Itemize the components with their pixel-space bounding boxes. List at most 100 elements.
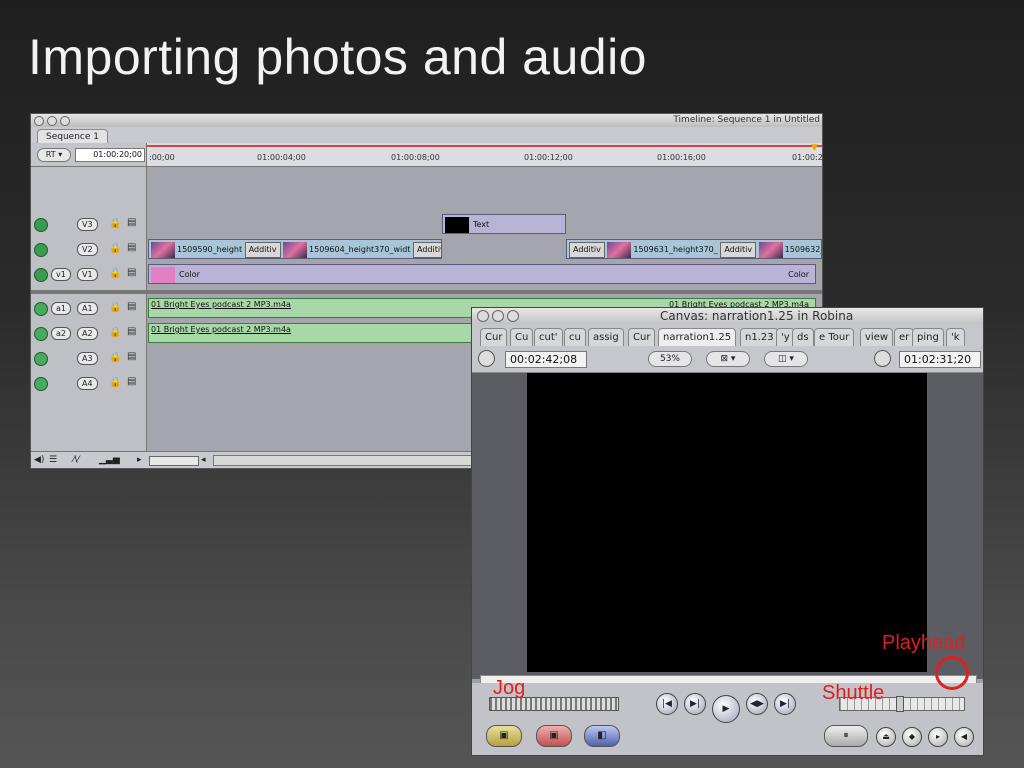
go-to-next-edit-button[interactable]: ▶|: [774, 693, 796, 715]
zoom-popup[interactable]: 53%: [648, 351, 692, 367]
auto-select-icon[interactable]: ▤: [127, 376, 136, 387]
auto-select-icon[interactable]: ▤: [127, 242, 136, 253]
clip-video[interactable]: Additiv 1509631_height370_ Additiv 15096…: [566, 239, 822, 259]
insert-edit-button[interactable]: ▣: [486, 725, 522, 747]
audio-controls-icon[interactable]: ◀): [34, 455, 44, 465]
track-target-a1[interactable]: A1: [77, 302, 98, 315]
lock-icon[interactable]: 🔒: [109, 268, 121, 279]
zoom-slider[interactable]: [149, 456, 199, 466]
tab-narration-1-25[interactable]: narration1.25: [658, 328, 737, 346]
canvas-tab[interactable]: e Tour: [814, 328, 855, 346]
canvas-tab[interactable]: view: [860, 328, 894, 346]
audible-toggle[interactable]: [34, 302, 48, 316]
minimize-button[interactable]: [47, 116, 57, 126]
horizontal-scrollbar[interactable]: [213, 455, 485, 466]
annotation-playhead: Playhead: [882, 632, 966, 654]
view-popup[interactable]: ⊠ ▾: [706, 351, 750, 367]
overlay-popup[interactable]: ◫ ▾: [764, 351, 808, 367]
overwrite-edit-button[interactable]: ▣: [536, 725, 572, 747]
mark-out-button[interactable]: ◀: [954, 727, 974, 747]
source-patch-v1[interactable]: v1: [51, 268, 71, 281]
close-button[interactable]: [34, 116, 44, 126]
play-button[interactable]: ▶: [712, 695, 740, 723]
track-header-a1: a1 A1 🔒 ▤: [31, 297, 146, 319]
track-height-icon[interactable]: ☰: [49, 455, 57, 465]
canvas-tab[interactable]: ds: [792, 328, 814, 346]
track-target-v1[interactable]: V1: [77, 268, 98, 281]
audible-toggle[interactable]: [34, 327, 48, 341]
canvas-tab[interactable]: Cur: [628, 328, 656, 346]
current-timecode-field[interactable]: 01:00:20;00: [75, 148, 145, 162]
source-patch-a1[interactable]: a1: [51, 302, 71, 315]
time-ruler[interactable]: :00;00 01:00:04;00 01:00:08;00 01:00:12;…: [146, 143, 822, 166]
go-to-previous-edit-button[interactable]: |◀: [656, 693, 678, 715]
clip-overlays-icon[interactable]: ⁄\⁄: [73, 455, 79, 465]
clip-thumbnail: [445, 216, 469, 233]
clock-icon: [874, 350, 891, 367]
rt-menu-button[interactable]: RT ▾: [37, 148, 71, 162]
canvas-tab[interactable]: cu: [564, 328, 586, 346]
clip-color[interactable]: Color Color: [148, 264, 816, 284]
track-size-icon[interactable]: ▁▃▅: [99, 455, 120, 465]
zoom-button[interactable]: [60, 116, 70, 126]
track-visibility-toggle[interactable]: [34, 268, 48, 282]
track-target-v3[interactable]: V3: [77, 218, 98, 231]
transition-additive[interactable]: Additiv: [244, 241, 281, 258]
close-button[interactable]: [477, 310, 489, 322]
zoom-control-icon[interactable]: ◂: [201, 455, 206, 465]
lock-icon[interactable]: 🔒: [109, 377, 121, 388]
track-target-a4[interactable]: A4: [77, 377, 98, 390]
window-controls: [34, 116, 70, 126]
canvas-window-title: Canvas: narration1.25 in Robina: [660, 309, 854, 323]
video-audio-divider[interactable]: [31, 290, 822, 294]
add-keyframe-button[interactable]: ◆: [902, 727, 922, 747]
track-target-a3[interactable]: A3: [77, 352, 98, 365]
add-marker-button[interactable]: ▸: [928, 727, 948, 747]
track-visibility-toggle[interactable]: [34, 243, 48, 257]
auto-select-icon[interactable]: ▤: [127, 301, 136, 312]
replace-edit-button[interactable]: ◧: [584, 725, 620, 747]
lock-icon[interactable]: 🔒: [109, 302, 121, 313]
canvas-tab[interactable]: cut': [534, 328, 563, 346]
tab-sequence-1[interactable]: Sequence 1: [37, 129, 108, 144]
clip-video[interactable]: 1509590_height Additiv 1509604_height370…: [148, 239, 442, 259]
auto-select-icon[interactable]: ▤: [127, 351, 136, 362]
canvas-tab[interactable]: assig: [588, 328, 624, 346]
playhead-marker[interactable]: ▼: [811, 143, 818, 153]
auto-select-icon[interactable]: ▤: [127, 217, 136, 228]
canvas-tab[interactable]: Cur: [480, 328, 508, 346]
transition-additive[interactable]: Additiv: [720, 241, 757, 258]
shuttle-knob[interactable]: [896, 696, 904, 712]
track-target-v2[interactable]: V2: [77, 243, 98, 256]
match-frame-button[interactable]: ⏸: [824, 725, 868, 747]
track-visibility-toggle[interactable]: [34, 218, 48, 232]
lock-icon[interactable]: 🔒: [109, 243, 121, 254]
canvas-tab[interactable]: ping: [912, 328, 944, 346]
auto-select-icon[interactable]: ▤: [127, 326, 136, 337]
play-in-to-out-button[interactable]: ▶|: [684, 693, 706, 715]
play-around-button[interactable]: ◀▶: [746, 693, 768, 715]
canvas-tab[interactable]: 'k: [946, 328, 965, 346]
transition-additive[interactable]: Additiv: [412, 241, 441, 258]
audible-toggle[interactable]: [34, 352, 48, 366]
scroll-left-icon[interactable]: ▸: [137, 455, 142, 465]
lock-icon[interactable]: 🔒: [109, 327, 121, 338]
source-patch-a2[interactable]: a2: [51, 327, 71, 340]
mark-clip-button[interactable]: ⏏: [876, 727, 896, 747]
transition-additive[interactable]: Additiv: [569, 241, 605, 258]
minimize-button[interactable]: [492, 310, 504, 322]
clip-text[interactable]: Text: [442, 214, 566, 234]
duration-timecode[interactable]: 00:02:42;08: [505, 351, 587, 368]
clip-label: 1509632_: [784, 245, 822, 254]
zoom-button[interactable]: [507, 310, 519, 322]
video-frame: [527, 373, 927, 672]
audible-toggle[interactable]: [34, 377, 48, 391]
canvas-tab[interactable]: n1.23: [740, 328, 779, 346]
clip-audio[interactable]: 01 Bright Eyes podcast 2 MP3.m4a: [148, 323, 472, 343]
lock-icon[interactable]: 🔒: [109, 218, 121, 229]
auto-select-icon[interactable]: ▤: [127, 267, 136, 278]
track-target-a2[interactable]: A2: [77, 327, 98, 340]
canvas-tab[interactable]: Cu: [510, 328, 534, 346]
current-timecode[interactable]: 01:02:31;20: [899, 351, 981, 368]
lock-icon[interactable]: 🔒: [109, 352, 121, 363]
